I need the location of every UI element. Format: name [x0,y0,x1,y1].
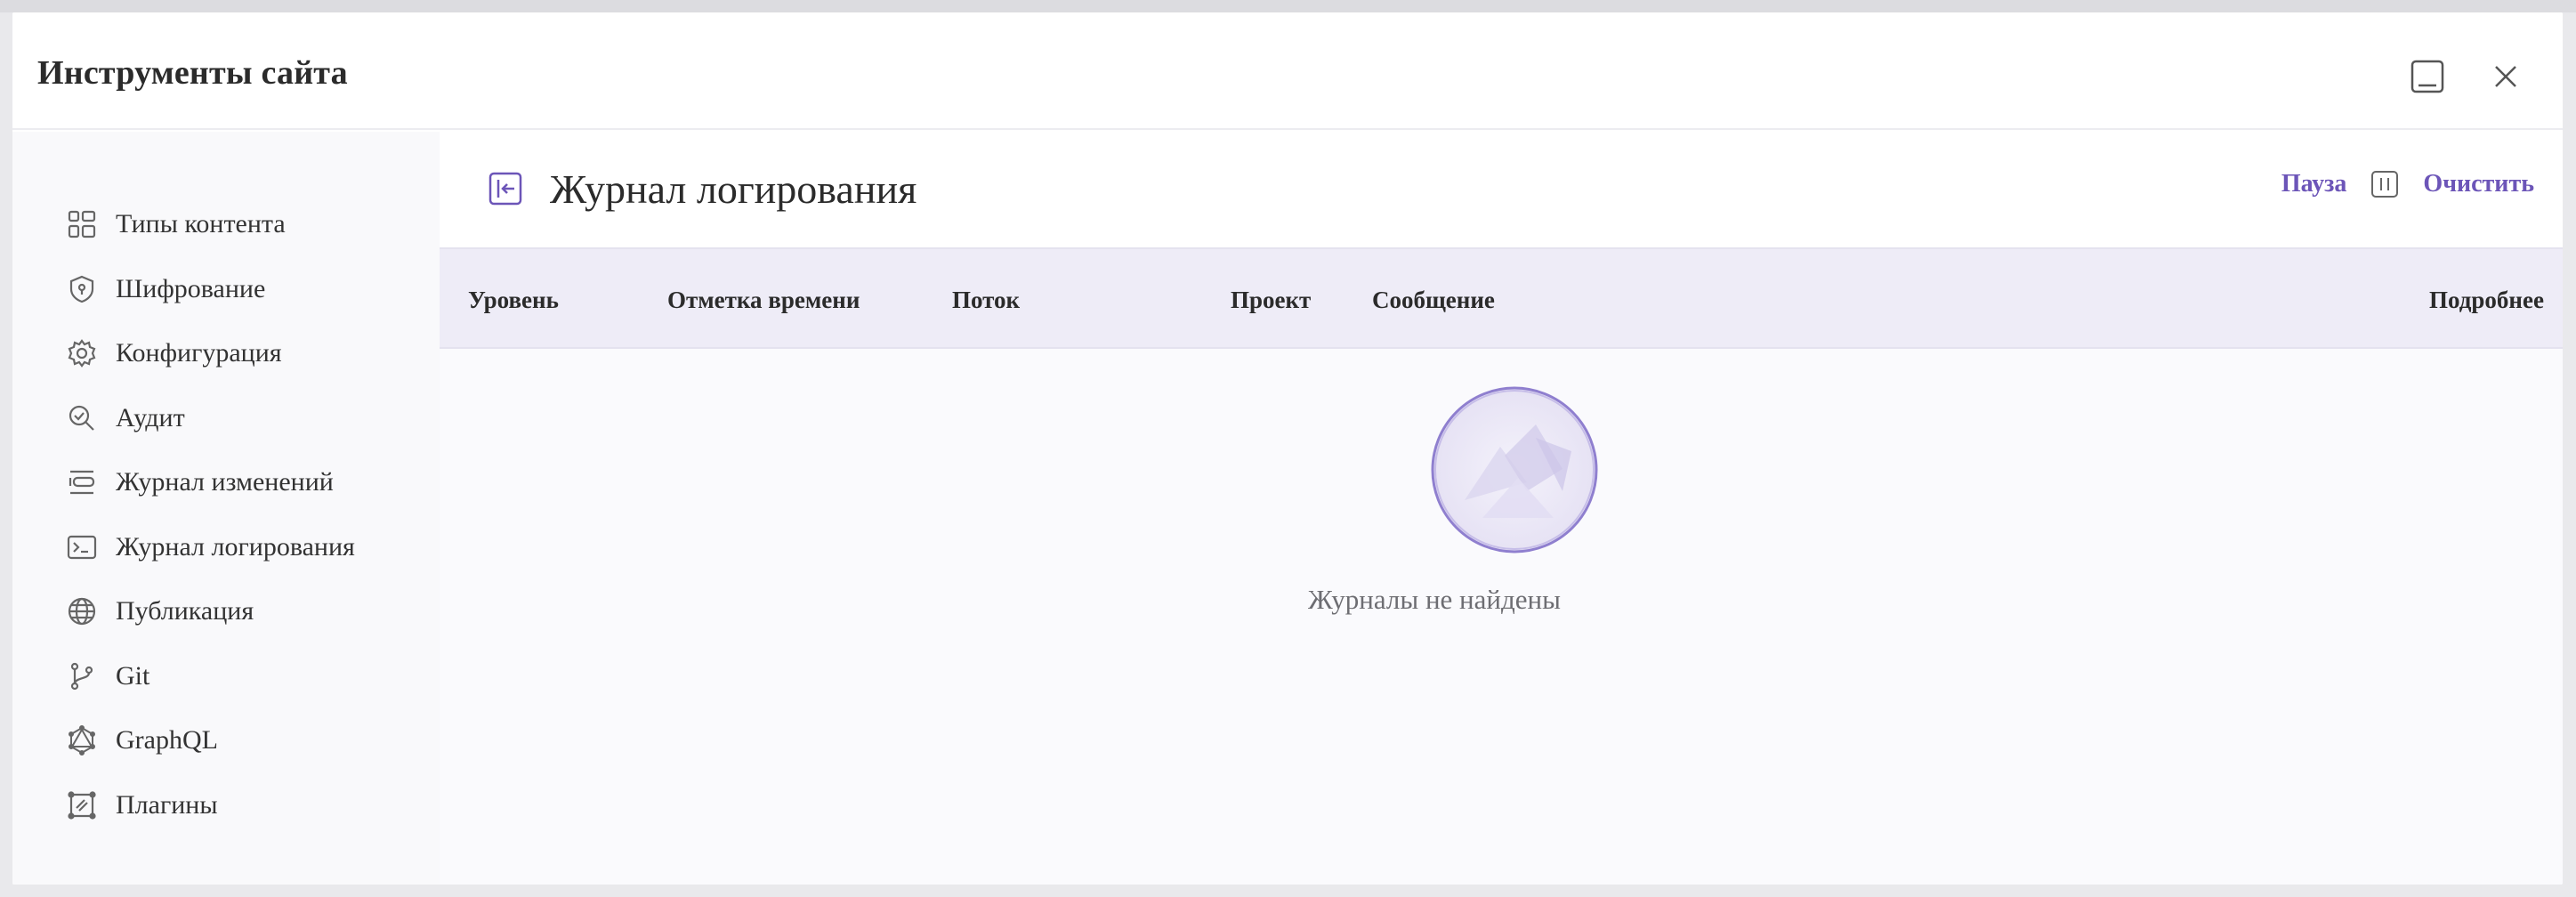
sidebar-item-audit[interactable]: Аудит [66,386,355,451]
collapse-sidebar-button[interactable] [486,169,525,208]
column-header-project[interactable]: Проект [1231,287,1311,314]
sidebar-item-label: Типы контента [116,209,286,239]
empty-state: Журналы не найдены [440,351,2563,885]
dialog-header: Инструменты сайта [12,12,2563,130]
sidebar-item-logs[interactable]: Журнал логирования [66,515,355,580]
sidebar-item-label: Аудит [116,402,185,432]
main-header: Журнал логирования Пауза Очистить [440,132,2563,247]
terminal-icon [66,531,98,563]
close-button[interactable] [2486,57,2525,96]
sidebar-item-label: Шифрование [116,273,266,303]
site-tools-dialog: Инструменты сайта Типы контента Шифрован… [12,12,2563,885]
column-header-message[interactable]: Сообщение [1372,287,1495,314]
sidebar-item-configuration[interactable]: Конфигурация [66,321,355,386]
pause-icon[interactable] [2370,169,2400,199]
content-types-icon [66,208,98,240]
sidebar: Типы контента Шифрование Конфигурация Ау… [12,132,440,885]
minimize-button[interactable] [2408,57,2447,96]
sidebar-item-encryption[interactable]: Шифрование [66,257,355,322]
minimize-icon [2410,60,2444,93]
sidebar-item-publishing[interactable]: Публикация [66,579,355,644]
column-header-thread[interactable]: Поток [952,287,1020,314]
sidebar-item-label: Журнал логирования [116,531,355,562]
sidebar-item-graphql[interactable]: GraphQL [66,708,355,773]
log-actions: Пауза Очистить [2281,169,2534,199]
empty-state-message: Журналы не найдены [1308,584,1561,615]
sidebar-item-content-types[interactable]: Типы контента [66,192,355,257]
sidebar-item-label: Git [116,660,150,691]
sidebar-item-git[interactable]: Git [66,644,355,709]
column-header-level[interactable]: Уровень [468,287,559,314]
log-table-header: Уровень Отметка времени Поток Проект Соо… [440,247,2563,349]
collapse-left-icon [489,172,522,206]
empty-logs-illustration [1431,386,1598,554]
sidebar-item-label: GraphQL [116,725,218,756]
sidebar-nav: Типы контента Шифрование Конфигурация Ау… [66,192,355,837]
sidebar-item-label: Журнал изменений [116,467,334,497]
sidebar-item-label: Публикация [116,596,254,626]
column-header-details[interactable]: Подробнее [2429,287,2544,314]
column-header-timestamp[interactable]: Отметка времени [667,287,860,314]
pause-button[interactable]: Пауза [2281,170,2347,198]
sidebar-item-label: Конфигурация [116,338,282,368]
graphql-icon [66,724,98,756]
plugin-icon [66,789,98,821]
git-branch-icon [66,660,98,692]
audit-search-icon [66,402,98,434]
main-panel: Журнал логирования Пауза Очистить Уровен… [440,132,2563,885]
sidebar-item-plugins[interactable]: Плагины [66,773,355,838]
close-icon [2495,66,2516,87]
changelog-icon [66,466,98,498]
gear-icon [66,337,98,369]
shield-icon [66,273,98,305]
dialog-title: Инструменты сайта [37,54,348,92]
page-title: Журнал логирования [550,166,917,212]
sidebar-item-label: Плагины [116,789,218,820]
clear-button[interactable]: Очистить [2423,170,2534,198]
globe-icon [66,595,98,627]
sidebar-item-changelog[interactable]: Журнал изменений [66,450,355,515]
background-strip [0,0,2576,12]
